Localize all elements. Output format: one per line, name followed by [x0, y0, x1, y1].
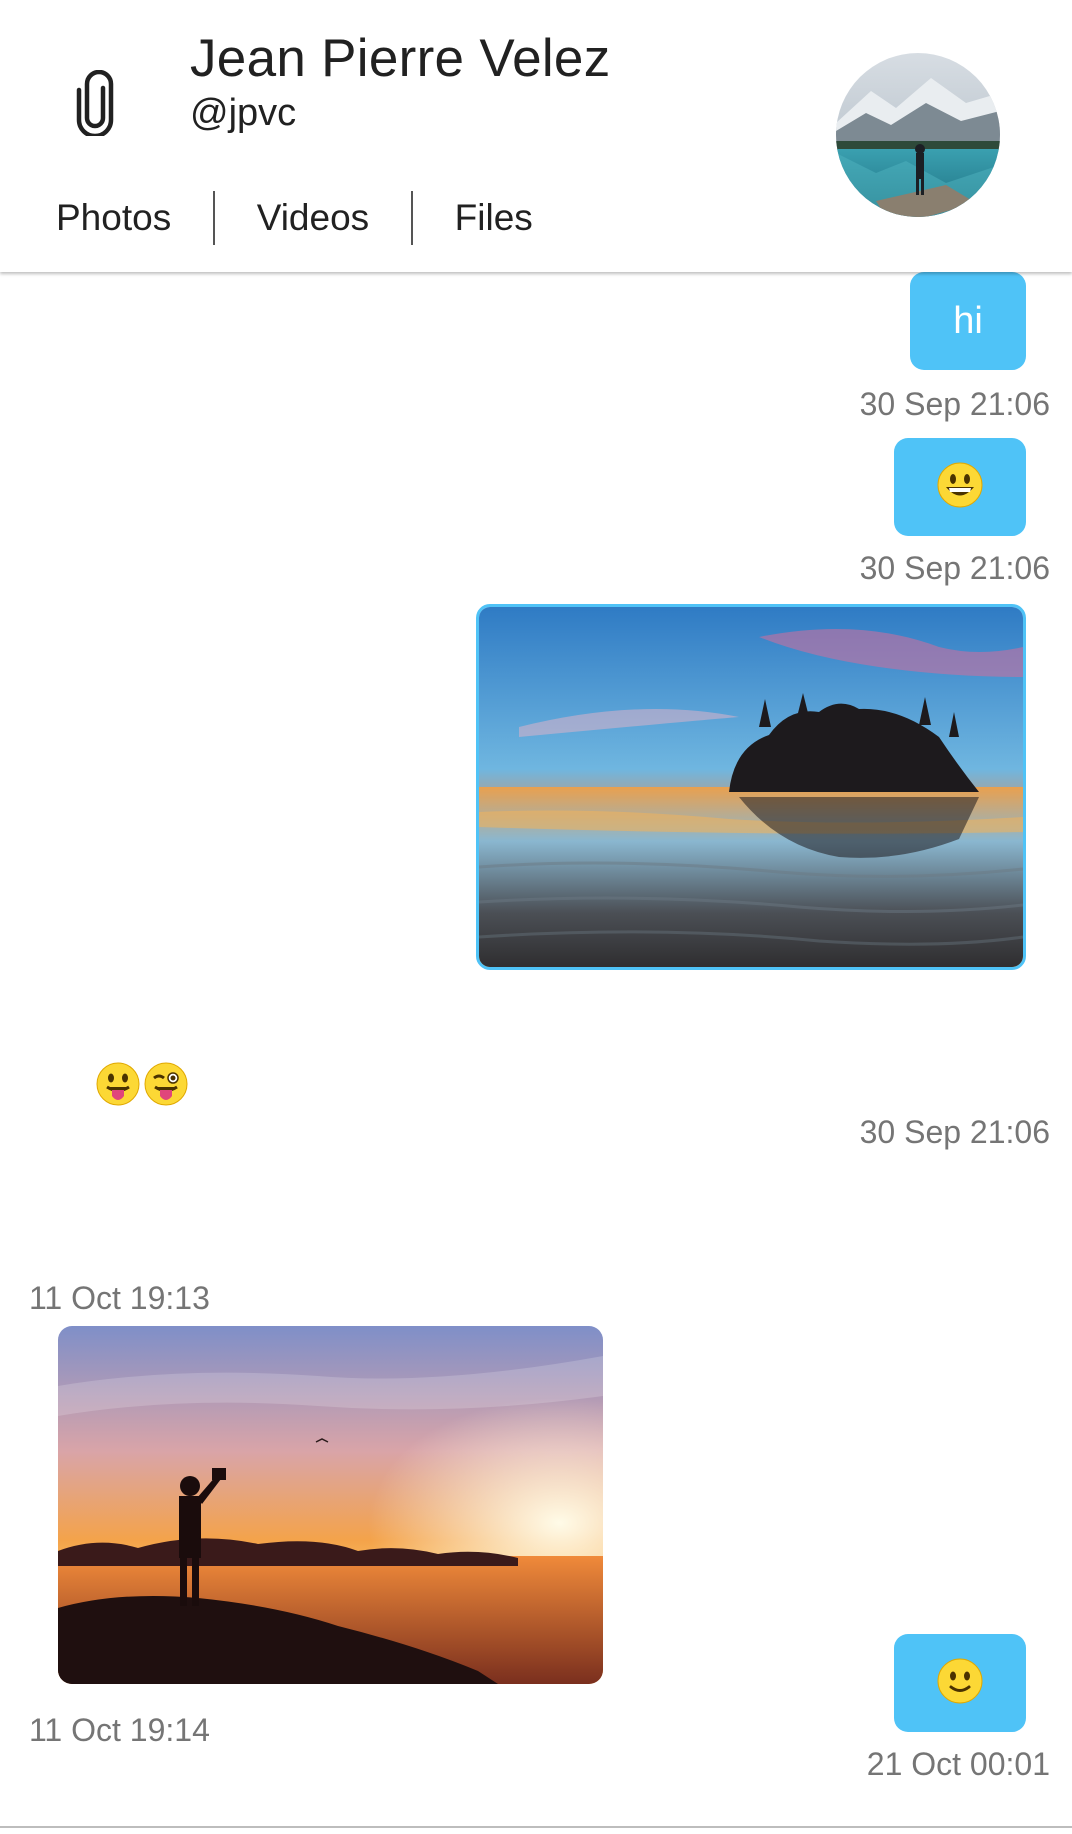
received-image-message[interactable]: [58, 1326, 603, 1684]
message-text: hi: [953, 299, 983, 342]
message-list[interactable]: hi 30 Sep 21:06 30 Sep 21:06 30 Sep 21:0…: [0, 272, 1072, 1826]
slightly-smiling-face-icon: [937, 1658, 983, 1709]
beach-sunset-image: [479, 607, 1023, 967]
contact-handle: @jpvc: [190, 92, 297, 134]
message-timestamp: 11 Oct 19:14: [29, 1712, 210, 1748]
avatar[interactable]: [836, 53, 1000, 217]
media-tabs: Photos Videos Files: [28, 190, 575, 246]
chat-header: Jean Pierre Velez @jpvc Photos Videos Fi…: [0, 0, 1072, 272]
received-emoji-message[interactable]: [96, 1062, 188, 1111]
message-timestamp: 30 Sep 21:06: [859, 1114, 1050, 1150]
tab-files[interactable]: Files: [413, 190, 575, 246]
message-timestamp: 30 Sep 21:06: [859, 550, 1050, 586]
message-timestamp: 11 Oct 19:13: [29, 1280, 210, 1316]
grinning-face-icon: [937, 462, 983, 513]
input-divider: [0, 1826, 1072, 1828]
sent-text-bubble[interactable]: hi: [910, 272, 1026, 370]
sent-image-message[interactable]: [476, 604, 1026, 970]
sent-emoji-bubble[interactable]: [894, 1634, 1026, 1732]
face-with-tongue-icon: [96, 1062, 140, 1111]
tab-photos[interactable]: Photos: [28, 190, 213, 246]
tab-videos[interactable]: Videos: [215, 190, 411, 246]
contact-name: Jean Pierre Velez: [190, 29, 611, 88]
sunset-silhouette-image: [58, 1326, 603, 1684]
paperclip-icon[interactable]: [73, 69, 117, 139]
sent-emoji-bubble[interactable]: [894, 438, 1026, 536]
message-timestamp: 30 Sep 21:06: [859, 386, 1050, 422]
message-timestamp: 21 Oct 00:01: [866, 1746, 1050, 1782]
winking-face-with-tongue-icon: [144, 1062, 188, 1111]
